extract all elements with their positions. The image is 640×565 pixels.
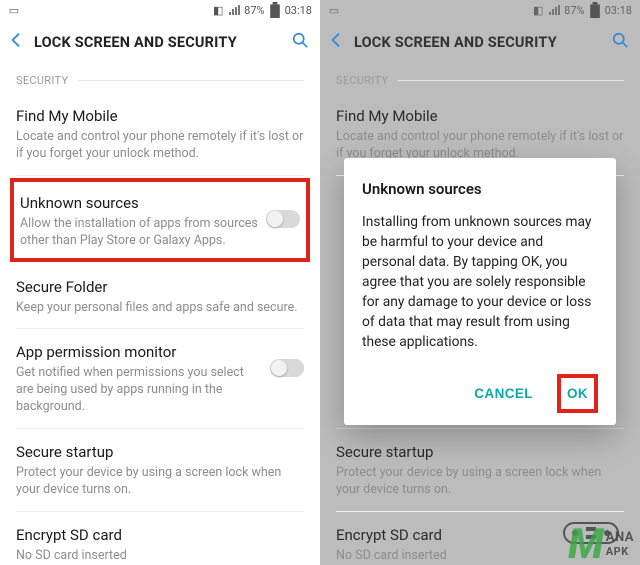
signal-icon (228, 4, 240, 16)
watermark-m: M (568, 530, 604, 559)
item-subtitle: Keep your personal files and apps safe a… (16, 300, 304, 317)
item-secure-folder[interactable]: Secure Folder Keep your personal files a… (16, 264, 304, 330)
toggle-permission-monitor[interactable] (270, 359, 304, 377)
dialog-overlay: Unknown sources Installing from unknown … (320, 0, 640, 565)
item-app-permission-monitor[interactable]: App permission monitor Get notified when… (16, 329, 304, 429)
battery-pct: 87% (244, 4, 264, 17)
item-subtitle: Protect your device by using a screen lo… (16, 465, 304, 499)
item-title: Encrypt SD card (16, 526, 304, 544)
cancel-button[interactable]: CANCEL (468, 378, 539, 409)
item-subtitle: Get notified when permissions you select… (16, 365, 262, 416)
ok-button[interactable]: OK (561, 378, 594, 409)
status-bar: ▭ ◧ 87% 03:18 (0, 0, 320, 20)
item-unknown-sources[interactable]: Unknown sources Allow the installation o… (20, 190, 300, 254)
highlight-unknown-sources: Unknown sources Allow the installation o… (10, 178, 310, 262)
dialog-unknown-sources: Unknown sources Installing from unknown … (344, 158, 616, 425)
item-find-my-mobile[interactable]: Find My Mobile Locate and control your p… (16, 93, 304, 176)
item-subtitle: No SD card inserted (16, 548, 304, 565)
section-label: SECURITY (16, 74, 68, 87)
app-bar: LOCK SCREEN AND SECURITY (0, 20, 320, 64)
page-title: LOCK SCREEN AND SECURITY (34, 34, 282, 51)
watermark: M ANA APK (568, 530, 634, 559)
search-icon[interactable] (290, 30, 310, 54)
item-title: Secure Folder (16, 278, 304, 296)
item-title: Unknown sources (20, 194, 258, 212)
dialog-title: Unknown sources (362, 180, 598, 198)
watermark-sub: APK (606, 545, 634, 558)
back-icon[interactable] (6, 30, 26, 54)
dialog-body: Installing from unknown sources may be h… (362, 212, 598, 352)
image-icon: ▭ (8, 4, 20, 16)
item-encrypt-sd[interactable]: Encrypt SD card No SD card inserted (16, 512, 304, 565)
item-title: App permission monitor (16, 343, 262, 361)
item-title: Secure startup (16, 443, 304, 461)
item-title: Find My Mobile (16, 107, 304, 125)
toggle-unknown-sources[interactable] (266, 210, 300, 228)
item-subtitle: Locate and control your phone remotely i… (16, 129, 304, 163)
watermark-brand: ANA (606, 530, 634, 545)
item-secure-startup[interactable]: Secure startup Protect your device by us… (16, 429, 304, 512)
section-header: SECURITY (16, 74, 304, 87)
clock: 03:18 (285, 4, 312, 17)
battery-icon (269, 4, 281, 16)
item-subtitle: Allow the installation of apps from sour… (20, 216, 258, 250)
battery-saver-icon: ◧ (212, 4, 224, 16)
highlight-ok: OK (557, 374, 598, 413)
